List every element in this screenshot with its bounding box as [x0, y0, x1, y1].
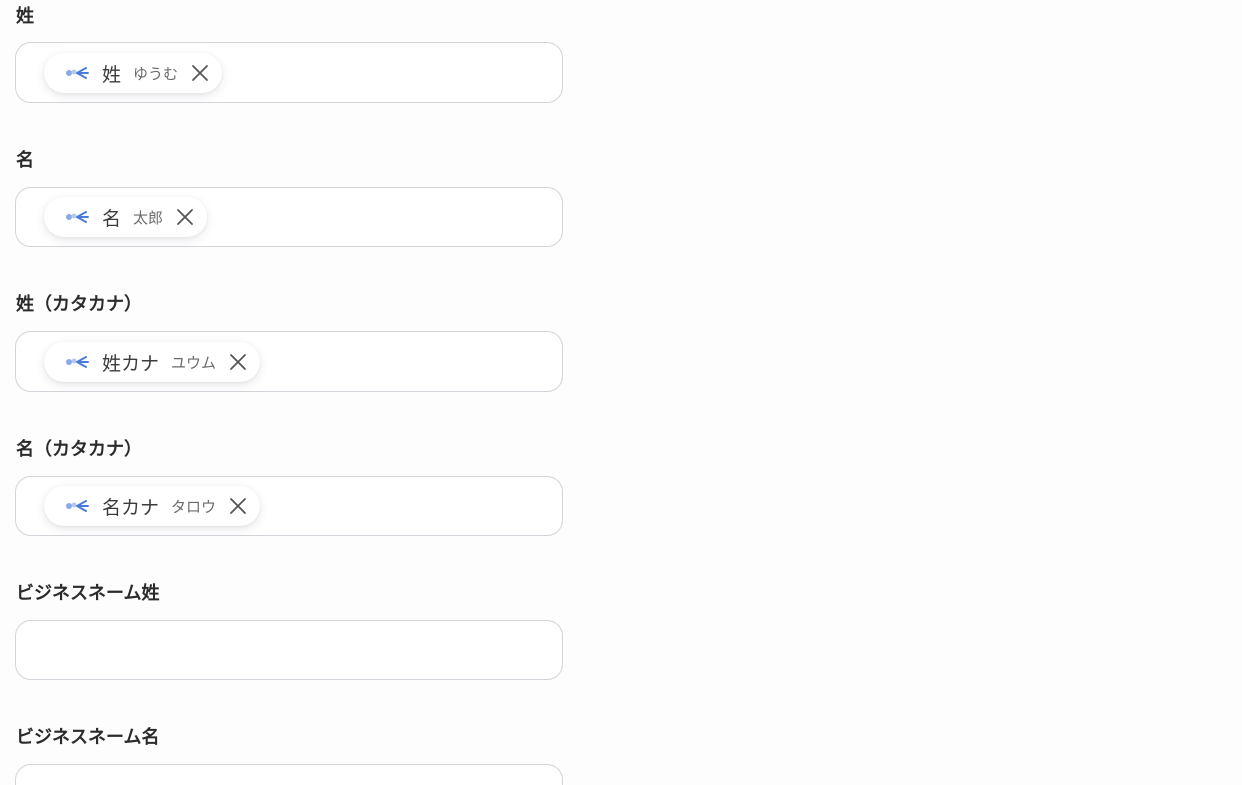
business-last-name-field[interactable] — [15, 620, 563, 680]
last-name-field[interactable]: 姓 ゆうむ — [15, 42, 563, 103]
app-logo-icon — [64, 65, 90, 81]
field-label-first-name: 名 — [16, 150, 34, 171]
chip-value: ユウム — [171, 353, 217, 372]
variable-chip-first-name[interactable]: 名 太郎 — [44, 197, 208, 237]
chip-value: 太郎 — [133, 208, 164, 227]
variable-chip-last-name[interactable]: 姓 ゆうむ — [44, 53, 223, 93]
chip-title: 姓カナ — [102, 352, 160, 375]
chip-value: タロウ — [171, 497, 217, 516]
business-first-name-field[interactable] — [15, 764, 563, 785]
variable-chip-first-name-kana[interactable]: 名カナ タロウ — [44, 486, 261, 526]
field-label-business-first-name: ビジネスネーム名 — [16, 727, 160, 748]
close-icon[interactable] — [226, 494, 250, 518]
chip-value: ゆうむ — [133, 64, 179, 83]
field-label-first-name-kana: 名（カタカナ） — [16, 439, 142, 460]
first-name-kana-field[interactable]: 名カナ タロウ — [15, 476, 563, 536]
close-icon[interactable] — [188, 61, 212, 85]
close-icon[interactable] — [173, 205, 197, 229]
field-label-last-name: 姓 — [16, 6, 34, 27]
profile-form: 姓 姓 ゆうむ 名 名 太郎 姓（カタカナ） 姓カナ ユウム 名（カタカナ） 名… — [0, 0, 1242, 785]
app-logo-icon — [64, 209, 90, 225]
app-logo-icon — [64, 354, 90, 370]
close-icon[interactable] — [226, 350, 250, 374]
app-logo-icon — [64, 498, 90, 514]
chip-title: 名カナ — [102, 496, 160, 519]
chip-title: 名 — [102, 207, 122, 230]
first-name-field[interactable]: 名 太郎 — [15, 187, 563, 247]
variable-chip-last-name-kana[interactable]: 姓カナ ユウム — [44, 342, 261, 382]
last-name-kana-field[interactable]: 姓カナ ユウム — [15, 331, 563, 392]
field-label-business-last-name: ビジネスネーム姓 — [16, 583, 160, 604]
chip-title: 姓 — [102, 63, 122, 86]
field-label-last-name-kana: 姓（カタカナ） — [16, 294, 142, 315]
